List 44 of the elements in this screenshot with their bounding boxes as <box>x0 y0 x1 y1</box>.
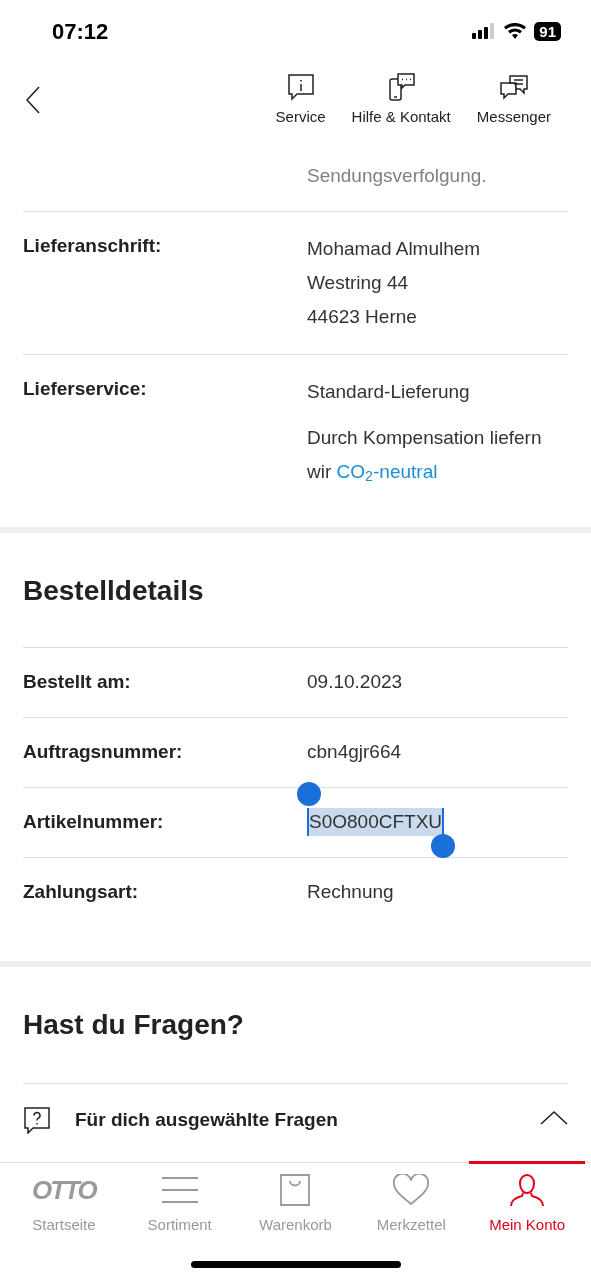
battery-indicator: 91 <box>534 21 561 41</box>
question-icon <box>23 1106 51 1134</box>
section-title: Bestelldetails <box>23 573 205 608</box>
field-label: Bestellt am: <box>23 669 132 694</box>
wifi-icon <box>504 23 527 39</box>
field-value: Westring 44 <box>307 270 410 295</box>
back-button[interactable] <box>26 86 40 114</box>
logo-icon: OTTO <box>32 1173 96 1207</box>
menu-icon <box>160 1176 199 1204</box>
phone-chat-icon <box>386 72 417 102</box>
field-label: Lieferanschrift: <box>23 233 163 258</box>
tab-bar-item[interactable]: Mein Konto <box>469 1161 585 1237</box>
tracking-note: Sendungsverfolgung. <box>307 164 488 188</box>
shipping-note: Durch Kompensation liefern wir CO$_{2}$-neutral <box>307 425 543 487</box>
header-action-button[interactable]: Service <box>275 72 326 129</box>
field-label: Lieferservice: <box>23 376 148 401</box>
selection-handle[interactable] <box>431 834 456 859</box>
field-value: Rechnung <box>307 879 394 904</box>
field-value: Mohamad Almulhem <box>307 236 481 261</box>
person-icon <box>509 1173 546 1207</box>
header-action-button[interactable]: Hilfe & Kontakt <box>351 72 451 129</box>
tab-bar-item[interactable]: Sortiment <box>121 1161 238 1237</box>
co2-link[interactable]: CO$_{2}$-neutral <box>336 460 438 482</box>
chat-icon <box>498 72 529 102</box>
section-title: Hast du Fragen? <box>23 1007 245 1042</box>
field-value: 44623 Herne <box>307 304 418 329</box>
info-icon <box>285 72 316 102</box>
header-action-button[interactable]: Messenger <box>476 72 551 129</box>
field-label: Zahlungsart: <box>23 879 140 904</box>
back-icon <box>26 86 40 114</box>
tab-bar-item[interactable]: Warenkorb <box>237 1161 354 1237</box>
field-value: 09.10.2023 <box>307 669 403 694</box>
selection-handle[interactable] <box>297 781 321 806</box>
tab-bar-item[interactable]: OTTO Startseite <box>6 1161 122 1237</box>
bag-icon <box>279 1174 312 1206</box>
heart-icon <box>393 1174 430 1206</box>
field-label: Auftragsnummer: <box>23 739 184 764</box>
status-time: 07:12 <box>52 17 109 46</box>
accordion-header[interactable]: Für dich ausgewählte Fragen <box>23 1082 568 1157</box>
field-value: cbn4gjr664 <box>307 739 402 764</box>
tab-bar-item[interactable]: Merkzettel <box>353 1161 470 1237</box>
field-value: Standard-Lieferung <box>307 379 471 404</box>
signal-icon <box>472 23 497 39</box>
field-label: Artikelnummer: <box>23 809 165 834</box>
